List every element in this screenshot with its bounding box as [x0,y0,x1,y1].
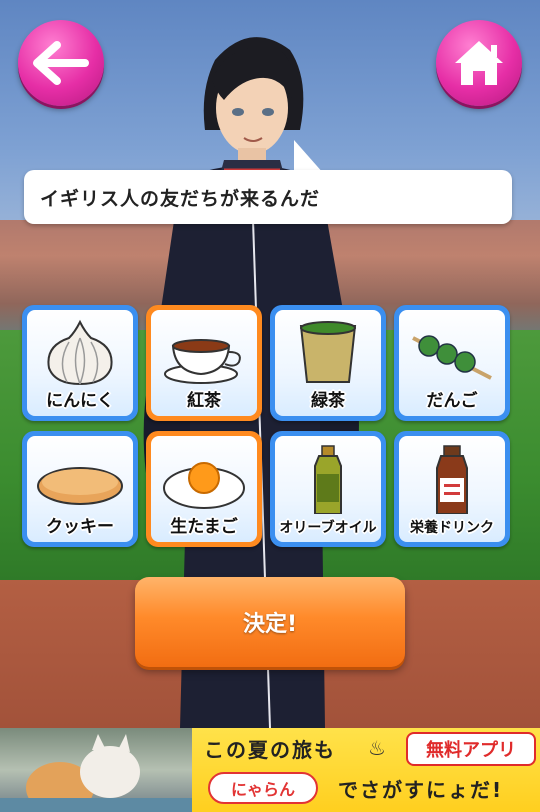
item-raw-egg[interactable]: 生たまご [146,431,262,547]
item-label: 栄養ドリンク [410,520,494,536]
item-label: 緑茶 [311,391,345,411]
arrow-left-icon [33,41,89,85]
home-button[interactable] [436,20,522,106]
item-garlic[interactable]: にんにく [22,305,138,421]
dango-icon [412,335,492,380]
back-button[interactable] [18,20,104,106]
speech-bubble-tail [294,140,324,174]
tea-cup-icon [164,339,241,384]
item-label: 生たまご [170,517,238,537]
ad-badge-text: 無料アプリ [426,740,516,761]
ad-banner[interactable]: この夏の旅も ♨ 無料アプリ にゃらん でさがすにょだ! [0,728,540,812]
ad-logo: にゃらん [208,772,318,804]
speech-bubble: イギリス人の友だちが来るんだ [24,170,512,224]
green-tea-icon [299,321,357,383]
item-label: だんご [426,391,478,411]
item-green-tea[interactable]: 緑茶 [270,305,386,421]
cookie-icon [37,467,123,505]
ad-text-area: この夏の旅も ♨ 無料アプリ にゃらん でさがすにょだ! [192,728,540,812]
ad-free-app-badge: 無料アプリ [406,732,536,766]
ad-logo-text: にゃらん [230,780,295,799]
item-dango[interactable]: だんご [394,305,510,421]
home-icon [455,41,503,85]
ad-line1: この夏の旅も [204,738,336,762]
item-label: 紅茶 [187,391,221,411]
item-olive-oil[interactable]: オリーブオイル [270,431,386,547]
olive-oil-icon [314,445,342,514]
item-cookie[interactable]: クッキー [22,431,138,547]
raw-egg-icon [163,462,245,509]
energy-drink-icon [436,445,468,514]
decide-button[interactable]: 決定! [135,577,405,667]
ad-cat-photo [0,728,192,812]
dialogue-text: イギリス人の友だちが来るんだ [40,187,321,210]
item-label: クッキー [46,517,114,537]
item-grid: にんにく 紅茶 緑茶 だんご クッキー 生たまご オリーブオイル 栄養ドリンク [22,305,512,547]
item-black-tea[interactable]: 紅茶 [146,305,262,421]
cat-image [0,734,192,812]
item-label: オリーブオイル [279,520,377,536]
decide-label: 決定! [242,612,298,637]
ad-line2: でさがすにょだ! [338,778,504,802]
item-energy-drink[interactable]: 栄養ドリンク [394,431,510,547]
garlic-icon [47,319,113,386]
hot-spring-icon: ♨ [368,736,386,760]
item-label: にんにく [46,391,114,411]
